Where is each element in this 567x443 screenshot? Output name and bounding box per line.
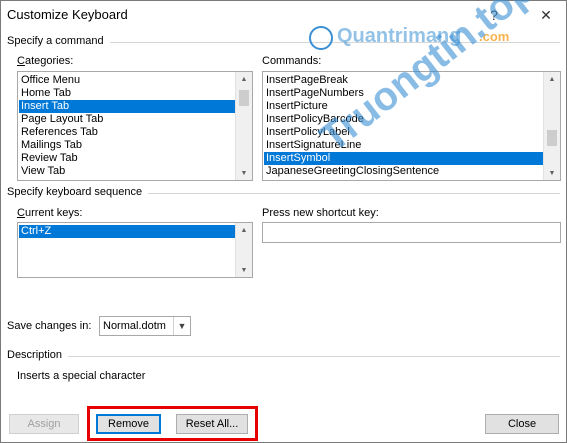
categories-list[interactable]: Office Menu Home Tab Insert Tab Page Lay… [17,71,253,181]
command-item[interactable]: JapaneseGreetingClosingSentence [264,165,544,178]
category-item-selected[interactable]: Insert Tab [19,100,236,113]
assign-button[interactable]: Assign [9,414,79,434]
command-item-selected[interactable]: InsertSymbol [264,152,544,165]
scroll-thumb[interactable] [547,130,557,146]
commands-label-text: Commands: [262,55,322,67]
categories-label-rest: ategories: [24,55,74,67]
category-item[interactable]: References Tab [19,126,236,139]
close-button[interactable]: Close [485,414,559,434]
save-changes-value: Normal.dotm [103,320,166,332]
category-item[interactable]: Page Layout Tab [19,113,236,126]
remove-button[interactable]: Remove [96,414,161,434]
close-icon[interactable]: ✕ [534,4,558,26]
scroll-down-icon[interactable]: ▼ [236,166,252,180]
save-changes-label: Save changes in: [7,320,92,332]
scroll-thumb[interactable] [239,90,249,106]
new-shortcut-label: Press new shortcut key: [262,207,379,219]
save-changes-select[interactable]: Normal.dotm ▼ [99,316,191,336]
command-item[interactable]: InsertSignatureLine [264,139,544,152]
command-item[interactable]: InsertPolicyBarcode [264,113,544,126]
scroll-up-icon[interactable]: ▲ [236,72,252,86]
description-group-rule [7,356,560,357]
current-keys-scrollbar[interactable]: ▲ ▼ [235,223,252,277]
category-item[interactable]: View Tab [19,165,236,178]
scroll-up-icon[interactable]: ▲ [544,72,560,86]
categories-label: Categories: [17,55,74,67]
current-key-item-selected[interactable]: Ctrl+Z [19,225,236,238]
description-label: Description [7,349,69,361]
current-keys-items: Ctrl+Z [19,225,236,238]
reset-all-button[interactable]: Reset All... [176,414,248,434]
scroll-down-icon[interactable]: ▼ [236,263,252,277]
categories-items: Office Menu Home Tab Insert Tab Page Lay… [19,74,236,178]
scroll-up-icon[interactable]: ▲ [236,223,252,237]
watermark-logo-icon [309,26,333,50]
commands-label: Commands: [262,55,321,67]
categories-scrollbar[interactable]: ▲ ▼ [235,72,252,180]
commands-scrollbar[interactable]: ▲ ▼ [543,72,560,180]
category-item[interactable]: Review Tab [19,152,236,165]
dialog-title: Customize Keyboard [7,7,128,22]
customize-keyboard-dialog: Customize Keyboard ? ✕ Specify a command… [0,0,567,443]
category-item[interactable]: Office Menu [19,74,236,87]
specify-command-label: Specify a command [7,35,110,47]
new-shortcut-label-text: Press new shortcut key: [262,207,379,219]
current-keys-label-rest: urrent keys: [24,207,83,219]
new-shortcut-input[interactable] [262,222,561,243]
command-item[interactable]: InsertPolicyLabel [264,126,544,139]
current-keys-list[interactable]: Ctrl+Z ▲ ▼ [17,222,253,278]
description-text: Inserts a special character [17,370,146,382]
chevron-down-icon[interactable]: ▼ [173,317,190,335]
category-item[interactable]: Mailings Tab [19,139,236,152]
current-keys-label: Current keys: [17,207,83,219]
specify-keyboard-label: Specify keyboard sequence [7,186,149,198]
category-item[interactable]: Home Tab [19,87,236,100]
scroll-down-icon[interactable]: ▼ [544,166,560,180]
